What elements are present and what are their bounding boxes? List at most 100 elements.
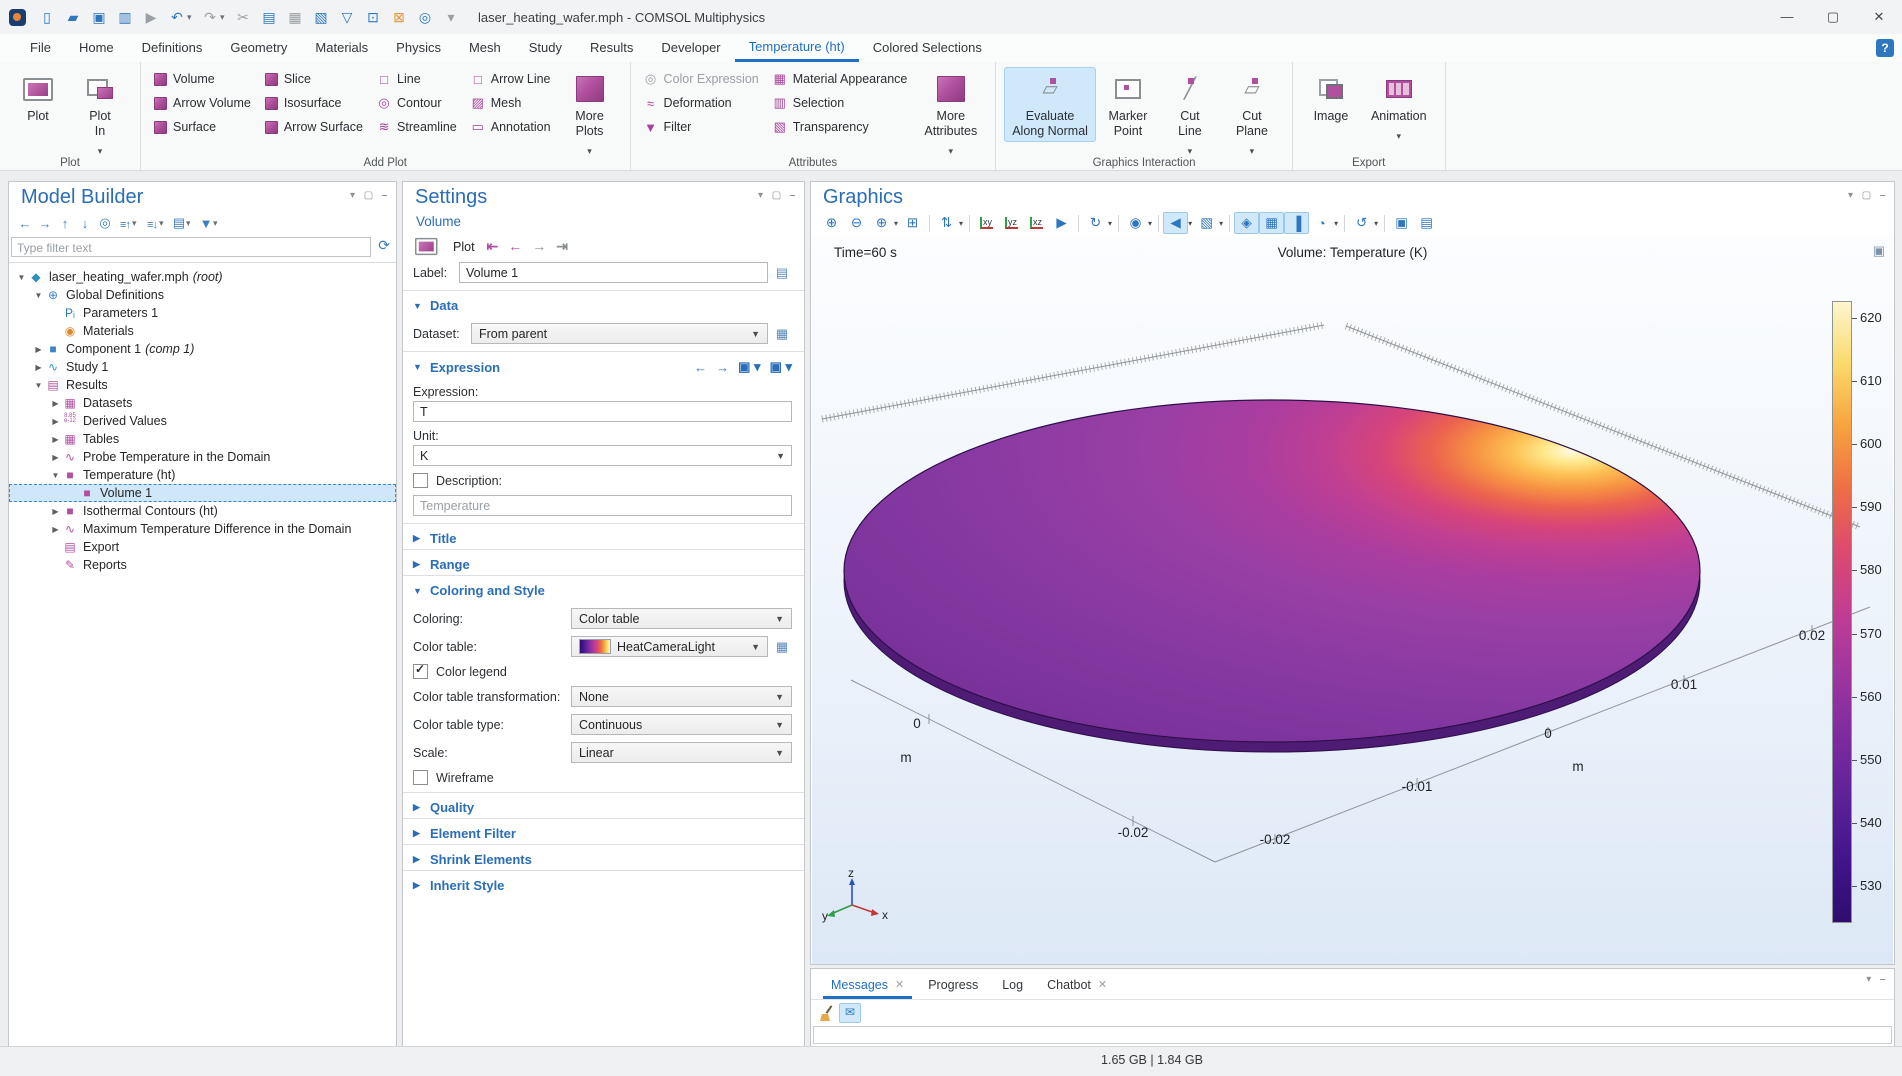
cut-icon[interactable]: ✂ xyxy=(230,0,256,34)
xz-view-icon[interactable]: xz xyxy=(1024,212,1049,234)
panel-window-controls[interactable]: ▾ ⎯ xyxy=(1866,974,1888,985)
close-button[interactable]: ✕ xyxy=(1856,0,1902,34)
select-box-icon[interactable]: ⊡ xyxy=(360,0,386,34)
close-icon[interactable]: ✕ xyxy=(895,971,904,999)
plot-area[interactable]: Time=60 s Volume: Temperature (K) ▣ xyxy=(812,237,1893,964)
move-down-icon[interactable]: ↓ xyxy=(75,216,95,231)
maximize-button[interactable]: ▢ xyxy=(1810,0,1856,34)
find-icon[interactable]: ◎ xyxy=(412,0,438,34)
transparency-view-icon-caret[interactable]: ▾ xyxy=(1219,219,1223,228)
chevron-down-icon[interactable]: ▼ xyxy=(15,273,28,282)
arrow-volume-button[interactable]: Arrow Volume xyxy=(149,91,256,115)
tree-item-laser-heating-wafer-mph[interactable]: ▼◆laser_heating_wafer.mph(root) xyxy=(9,268,396,286)
section-title[interactable]: ▶Title xyxy=(403,523,804,549)
sound-icon[interactable]: ◀ xyxy=(1163,212,1188,234)
grid-toggle-icon[interactable]: ▦ xyxy=(1259,212,1284,234)
appearance-icon[interactable]: ◔ xyxy=(1309,212,1334,234)
refresh-icon[interactable]: ⟳ xyxy=(378,237,390,254)
save-icon[interactable]: ▣ xyxy=(86,0,112,34)
settings-plot-button[interactable]: Plot xyxy=(453,240,475,254)
color-table-type-dropdown[interactable]: Continuous▼ xyxy=(571,714,792,735)
transparency-view-icon[interactable]: ▧ xyxy=(1194,212,1219,234)
tab-temperature-ht-[interactable]: Temperature (ht) xyxy=(735,34,859,62)
yz-view-icon[interactable]: yz xyxy=(999,212,1024,234)
panel-window-controls[interactable]: ▾ ▢ ⎯ xyxy=(1848,190,1888,201)
chevron-right-icon[interactable]: ▶ xyxy=(49,435,62,444)
color-legend-toggle-icon[interactable]: ▐ xyxy=(1284,212,1309,234)
plot-in-button[interactable]: Plot In▾ xyxy=(70,67,130,162)
tab-definitions[interactable]: Definitions xyxy=(128,34,217,62)
coloring-dropdown[interactable]: Color table▼ xyxy=(571,608,792,629)
chevron-right-icon[interactable]: ▶ xyxy=(49,507,62,516)
update-plot-icon-caret[interactable]: ▾ xyxy=(1374,219,1378,228)
label-field[interactable]: Volume 1 xyxy=(459,262,768,283)
show-icon[interactable]: ◎ xyxy=(95,215,115,231)
model-tree-node-text-icon-caret[interactable]: ▾ xyxy=(186,218,196,229)
duplicate-icon[interactable]: ▧ xyxy=(308,0,334,34)
selection-button[interactable]: ▥Selection xyxy=(768,91,913,115)
section-inherit-style[interactable]: ▶Inherit Style xyxy=(403,870,804,896)
tab-study[interactable]: Study xyxy=(515,34,576,62)
tab-results[interactable]: Results xyxy=(576,34,647,62)
tree-item-derived-values[interactable]: ▶8.85 e-12Derived Values xyxy=(9,412,396,430)
color-table-settings-icon[interactable]: ▦ xyxy=(772,639,792,655)
default-view-icon[interactable]: ⇅ xyxy=(934,212,959,234)
expand-all-icon-caret[interactable]: ▾ xyxy=(159,218,169,229)
tab-materials[interactable]: Materials xyxy=(301,34,382,62)
line-button[interactable]: □Line xyxy=(372,67,462,91)
color-table-transformation-dropdown[interactable]: None▼ xyxy=(571,686,792,707)
cut-line-button[interactable]: ╱Cut Line▾ xyxy=(1160,67,1220,162)
tree-item-component-1[interactable]: ▶■Component 1(comp 1) xyxy=(9,340,396,358)
slice-button[interactable]: Slice xyxy=(260,67,368,91)
go-forward-icon[interactable]: → xyxy=(35,216,55,231)
replace-expression-icon[interactable]: ▣ ▾ xyxy=(738,359,760,375)
tree-item-parameters-1[interactable]: PᵢParameters 1 xyxy=(9,304,396,322)
scene-light-icon[interactable]: ◉ xyxy=(1123,212,1148,234)
new-file-icon[interactable]: ▯ xyxy=(34,0,60,34)
open-file-icon[interactable]: ▰ xyxy=(60,0,86,34)
color-legend-checkbox[interactable] xyxy=(413,664,428,679)
transparency-button[interactable]: ▧Transparency xyxy=(768,115,913,139)
annotation-button[interactable]: ▭Annotation xyxy=(466,115,556,139)
chevron-right-icon[interactable]: ▶ xyxy=(49,399,62,408)
sound-icon-caret[interactable]: ▾ xyxy=(1188,219,1192,228)
expression-input[interactable]: T xyxy=(413,401,792,422)
section-coloring-and-style[interactable]: ▼Coloring and Style xyxy=(403,575,804,601)
panel-window-controls[interactable]: ▾ ▢ ⎯ xyxy=(350,190,390,201)
tab-mesh[interactable]: Mesh xyxy=(455,34,515,62)
clear-messages-icon[interactable] xyxy=(819,1005,835,1021)
tab-progress[interactable]: Progress xyxy=(916,971,990,999)
rotate-view-icon[interactable]: ↻ xyxy=(1083,212,1108,234)
tree-item-results[interactable]: ▼▤Results xyxy=(9,376,396,394)
minimize-button[interactable]: — xyxy=(1764,0,1810,34)
messages-log-row[interactable] xyxy=(813,1026,1892,1044)
wireframe-checkbox[interactable] xyxy=(413,770,428,785)
chevron-right-icon[interactable]: ▶ xyxy=(49,525,62,534)
color-expression-button[interactable]: ◎Color Expression xyxy=(639,67,764,91)
color-table-dropdown[interactable]: HeatCameraLight▼ xyxy=(571,636,768,657)
filter-button[interactable]: ▼Filter xyxy=(639,115,764,139)
chevron-right-icon[interactable]: ▶ xyxy=(49,417,62,426)
surface-button[interactable]: Surface xyxy=(149,115,256,139)
tab-messages[interactable]: Messages✕ xyxy=(819,971,916,999)
tab-physics[interactable]: Physics xyxy=(382,34,455,62)
section-shrink-elements[interactable]: ▶Shrink Elements xyxy=(403,844,804,870)
plot-icon[interactable] xyxy=(415,238,438,255)
animation-button[interactable]: Animation▾ xyxy=(1363,67,1435,147)
cut-plane-button[interactable]: ▱Cut Plane▾ xyxy=(1222,67,1282,162)
last-plot-icon[interactable]: ⇥ xyxy=(556,238,568,255)
model-manager-icon[interactable]: ▥ xyxy=(112,0,138,34)
run-icon[interactable]: ▶ xyxy=(138,0,164,34)
copy-icon[interactable]: ▤ xyxy=(256,0,282,34)
section-range[interactable]: ▶Range xyxy=(403,549,804,575)
axes-toggle-icon[interactable]: ◈ xyxy=(1234,212,1259,234)
unit-combo[interactable]: K▼ xyxy=(413,445,792,466)
plot-button[interactable]: Plot xyxy=(8,67,68,127)
contour-button[interactable]: ◎Contour xyxy=(372,91,462,115)
chevron-right-icon[interactable]: ▶ xyxy=(49,453,62,462)
tree-item-datasets[interactable]: ▶▦Datasets xyxy=(9,394,396,412)
tab-geometry[interactable]: Geometry xyxy=(216,34,301,62)
description-checkbox[interactable] xyxy=(413,473,428,488)
arrow-line-button[interactable]: □Arrow Line xyxy=(466,67,556,91)
redo-icon-caret[interactable]: ▾ xyxy=(220,12,230,23)
